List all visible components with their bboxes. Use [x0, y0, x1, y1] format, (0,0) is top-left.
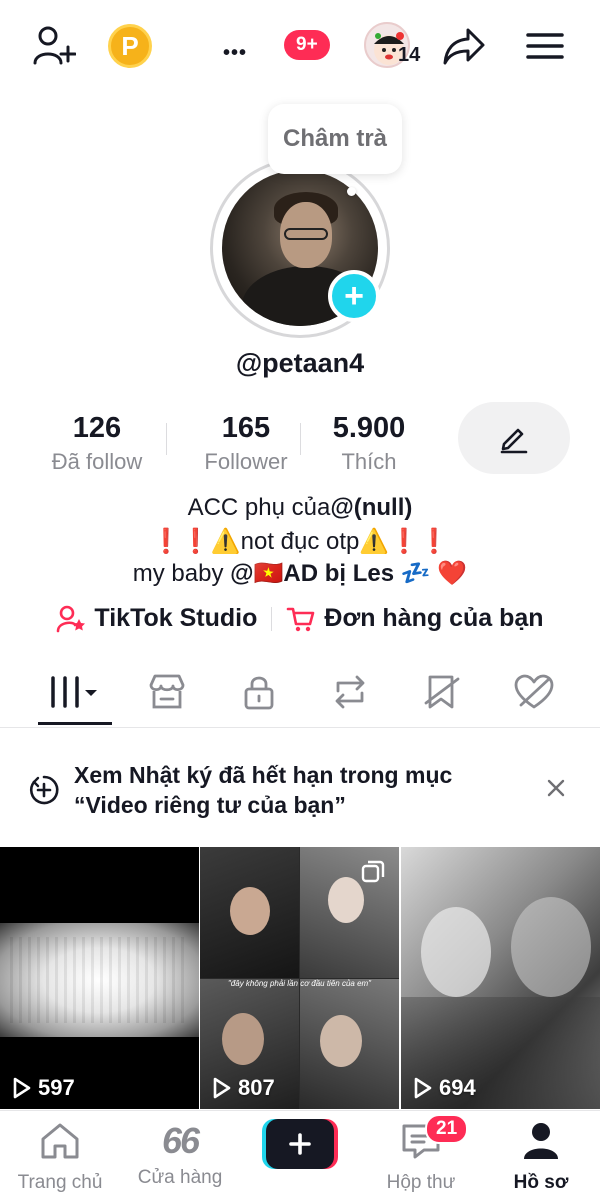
- shop-logo-text: 66: [161, 1120, 200, 1161]
- bio-line-3: my baby @🇻🇳AD bị Les 💤 ❤️: [0, 559, 600, 588]
- play-icon: [13, 1077, 31, 1099]
- video-grid: 597 "đây không phải lần cơ đầu tiên của …: [0, 847, 600, 1109]
- orders-link[interactable]: Đơn hàng của bạn: [286, 604, 544, 633]
- expired-diary-banner[interactable]: Xem Nhật ký đã hết hạn trong mục “Video …: [0, 740, 600, 844]
- stat-label: Thích: [341, 449, 397, 474]
- video-caption: "đây không phải lần cơ đầu tiên của em": [227, 979, 372, 988]
- more-icon[interactable]: •••: [214, 38, 256, 68]
- tab-private[interactable]: [219, 664, 299, 720]
- profile-icon: [524, 1123, 558, 1159]
- store-icon: [149, 674, 185, 709]
- grid-bars-icon: [51, 676, 97, 708]
- active-tab-indicator: [38, 722, 112, 725]
- stat-following[interactable]: 126 Đã follow: [40, 412, 154, 475]
- add-friend-icon[interactable]: [30, 24, 78, 68]
- close-icon[interactable]: [546, 778, 566, 798]
- inbox-badge: 21: [425, 1114, 469, 1144]
- bio-line-1: ACC phụ của@(null): [0, 494, 600, 522]
- bookmark-hidden-icon: [424, 675, 460, 709]
- stat-label: Follower: [204, 449, 288, 474]
- banner-text: Xem Nhật ký đã hết hạn trong mục “Video …: [74, 762, 453, 818]
- stat-label: Đã follow: [51, 449, 143, 474]
- heart-hidden-icon: [514, 674, 554, 709]
- bottom-navigation: Trang chủ 66 Cửa hàng Hộp thư Hồ sơ: [0, 1110, 600, 1196]
- nav-shop[interactable]: 66 Cửa hàng: [125, 1120, 235, 1189]
- stat-value: 165: [221, 412, 271, 444]
- stat-likes[interactable]: 5.900 Thích: [316, 412, 422, 475]
- stat-divider: [300, 423, 301, 455]
- bio-mention[interactable]: @(null): [330, 494, 412, 521]
- video-thumbnail[interactable]: "đây không phải lần cơ đầu tiên của em" …: [200, 847, 399, 1109]
- nav-label: Trang chủ: [17, 1172, 103, 1193]
- shop-logo-icon: 66: [125, 1120, 235, 1161]
- lock-icon: [244, 676, 274, 710]
- view-count-value: 807: [238, 1075, 275, 1100]
- bio-mention[interactable]: @🇻🇳AD bị Les: [230, 560, 394, 587]
- add-story-button[interactable]: +: [328, 270, 380, 322]
- bubble-tail: [347, 187, 356, 196]
- repost-icon: [335, 675, 365, 709]
- link-divider: [271, 606, 273, 631]
- note-text: Châm trà: [282, 125, 388, 152]
- view-count: 694: [413, 1075, 476, 1101]
- share-icon[interactable]: [440, 24, 488, 68]
- bio-line-2: ❗❗⚠️not đục otp⚠️❗❗: [150, 528, 450, 555]
- nav-label: Hộp thư: [386, 1172, 456, 1193]
- stat-value: 126: [72, 412, 122, 444]
- pencil-icon: [500, 428, 528, 454]
- bio-text: my baby: [132, 560, 231, 587]
- view-count-value: 597: [38, 1075, 75, 1100]
- view-count: 597: [12, 1075, 75, 1101]
- cart-icon: [287, 607, 315, 631]
- play-icon: [414, 1077, 432, 1099]
- plus-icon: [289, 1133, 311, 1155]
- nav-home[interactable]: Trang chủ: [5, 1121, 115, 1194]
- stat-value: 5.900: [332, 412, 406, 444]
- note-bubble[interactable]: Châm trà: [268, 104, 402, 174]
- view-count: 807: [212, 1075, 275, 1101]
- bio-text: ACC phụ của: [187, 494, 331, 521]
- tab-reposts[interactable]: [310, 664, 390, 720]
- create-button[interactable]: [262, 1119, 338, 1169]
- home-icon: [41, 1123, 79, 1159]
- edit-profile-button[interactable]: [458, 402, 570, 474]
- video-thumbnail[interactable]: 694: [401, 847, 600, 1109]
- username: @petaan4: [235, 348, 365, 378]
- profile-links: TikTok Studio Đơn hàng của bạn: [0, 604, 600, 633]
- stat-divider: [166, 423, 167, 455]
- stat-followers[interactable]: 165 Follower: [190, 412, 302, 475]
- link-label: Đơn hàng của bạn: [324, 604, 544, 632]
- tab-shop[interactable]: [127, 664, 207, 720]
- menu-icon[interactable]: [522, 26, 568, 66]
- story-add-icon: [29, 775, 59, 805]
- tiktok-studio-link[interactable]: TikTok Studio: [56, 604, 257, 633]
- bio-emoji: 💤 ❤️: [394, 560, 468, 587]
- tab-favorites[interactable]: [402, 664, 482, 720]
- nav-label: Cửa hàng: [137, 1167, 223, 1188]
- coin-letter: P: [108, 24, 152, 68]
- notification-count: 9+: [284, 30, 330, 60]
- nav-label: Hồ sơ: [513, 1172, 569, 1193]
- video-thumbnail[interactable]: 597: [0, 847, 199, 1109]
- notification-badge[interactable]: 9+: [284, 30, 330, 60]
- top-bar: P ••• 9+ 14: [0, 0, 600, 96]
- story-count: 14: [398, 44, 421, 66]
- content-tabs: [0, 664, 600, 728]
- play-icon: [213, 1077, 231, 1099]
- coin-icon[interactable]: P: [108, 24, 152, 68]
- multi-photo-icon: [361, 860, 385, 883]
- view-count-value: 694: [439, 1075, 476, 1100]
- studio-icon: [57, 605, 86, 632]
- tab-liked[interactable]: [494, 664, 574, 720]
- tab-videos[interactable]: [36, 664, 116, 720]
- nav-profile[interactable]: Hồ sơ: [486, 1121, 596, 1194]
- link-label: TikTok Studio: [94, 604, 258, 632]
